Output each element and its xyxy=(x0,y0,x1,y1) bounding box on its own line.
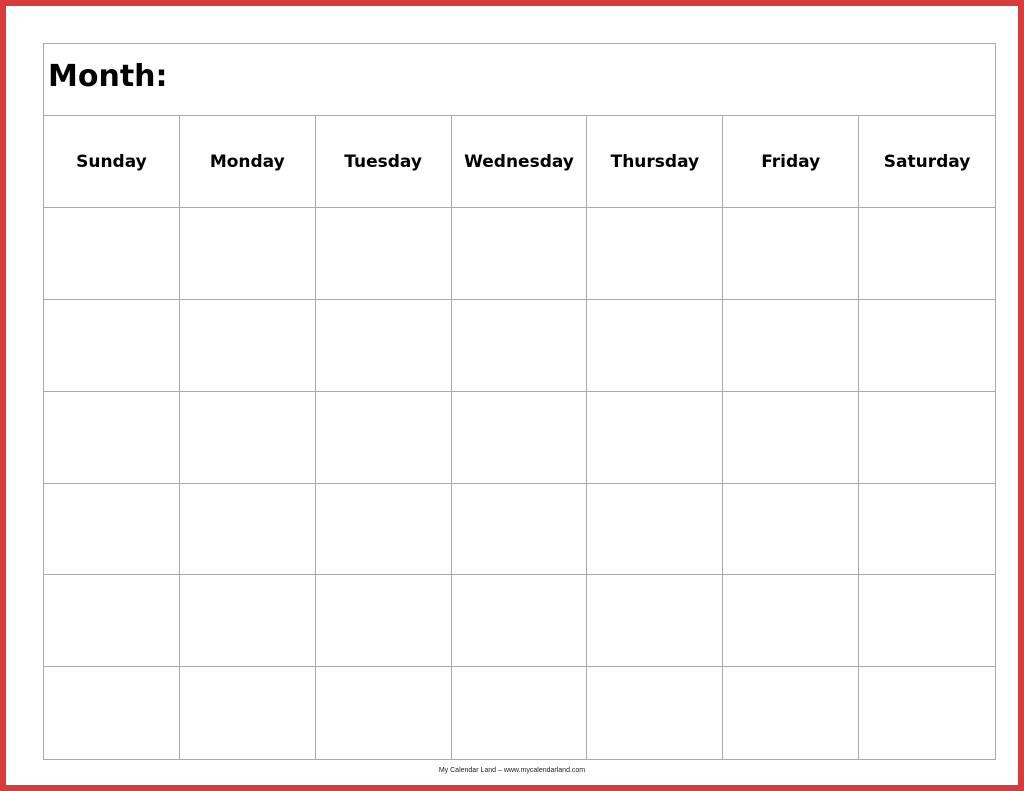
day-cell[interactable] xyxy=(44,208,180,300)
day-cell[interactable] xyxy=(587,667,724,759)
day-cell[interactable] xyxy=(179,208,316,300)
day-cell[interactable] xyxy=(451,299,588,392)
footer-credit: My Calendar Land – www.mycalendarland.co… xyxy=(438,767,586,774)
day-header-wednesday: Wednesday xyxy=(451,116,588,208)
calendar-table: Month: Sunday Monday Tuesday Wednesday Thurs… xyxy=(43,43,996,760)
day-cell[interactable] xyxy=(315,208,452,300)
day-cell[interactable] xyxy=(44,391,180,484)
day-cell[interactable] xyxy=(180,667,316,759)
day-cell[interactable] xyxy=(587,299,724,392)
day-cell[interactable] xyxy=(452,667,588,759)
day-header-tuesday: Tuesday xyxy=(315,116,452,208)
day-cell[interactable] xyxy=(44,667,180,759)
day-cell[interactable] xyxy=(179,299,316,392)
day-cell[interactable] xyxy=(44,483,180,576)
day-cell[interactable] xyxy=(587,575,724,668)
day-cell[interactable] xyxy=(723,208,860,300)
day-cell[interactable] xyxy=(723,391,860,484)
day-cell[interactable] xyxy=(315,575,452,668)
day-header-thursday: Thursday xyxy=(587,116,724,208)
page-frame: Month: Sunday Monday Tuesday Wednesday Thurs… xyxy=(0,0,1024,791)
day-cell[interactable] xyxy=(315,483,452,576)
day-cell[interactable] xyxy=(451,575,588,668)
day-header-sunday: Sunday xyxy=(44,116,180,208)
day-cell[interactable] xyxy=(587,391,724,484)
day-cell[interactable] xyxy=(44,575,180,668)
day-cell[interactable] xyxy=(859,484,995,576)
day-header-saturday: Saturday xyxy=(859,116,995,208)
day-cell[interactable] xyxy=(859,300,995,392)
day-cell[interactable] xyxy=(587,208,724,300)
day-cell[interactable] xyxy=(316,667,452,759)
day-header-friday: Friday xyxy=(723,116,860,208)
day-cell[interactable] xyxy=(451,483,588,576)
day-cell[interactable] xyxy=(859,575,995,668)
day-cell[interactable] xyxy=(451,391,588,484)
day-cell[interactable] xyxy=(587,483,724,576)
month-header-row: Month: xyxy=(44,44,995,116)
day-cell[interactable] xyxy=(179,483,316,576)
day-cell[interactable] xyxy=(723,575,860,668)
month-label: Month: xyxy=(48,59,168,94)
calendar-grid: Sunday Monday Tuesday Wednesday Thursday Frid… xyxy=(44,116,995,759)
day-cell[interactable] xyxy=(859,392,995,484)
day-cell[interactable] xyxy=(723,299,860,392)
day-cell[interactable] xyxy=(451,208,588,300)
day-cell[interactable] xyxy=(315,391,452,484)
day-cell[interactable] xyxy=(44,299,180,392)
day-cell[interactable] xyxy=(315,299,452,392)
day-cell[interactable] xyxy=(179,391,316,484)
day-header-monday: Monday xyxy=(179,116,316,208)
day-cell[interactable] xyxy=(723,667,860,759)
day-cell[interactable] xyxy=(723,483,860,576)
day-cell[interactable] xyxy=(859,667,995,759)
day-cell[interactable] xyxy=(859,208,995,300)
day-cell[interactable] xyxy=(179,575,316,668)
